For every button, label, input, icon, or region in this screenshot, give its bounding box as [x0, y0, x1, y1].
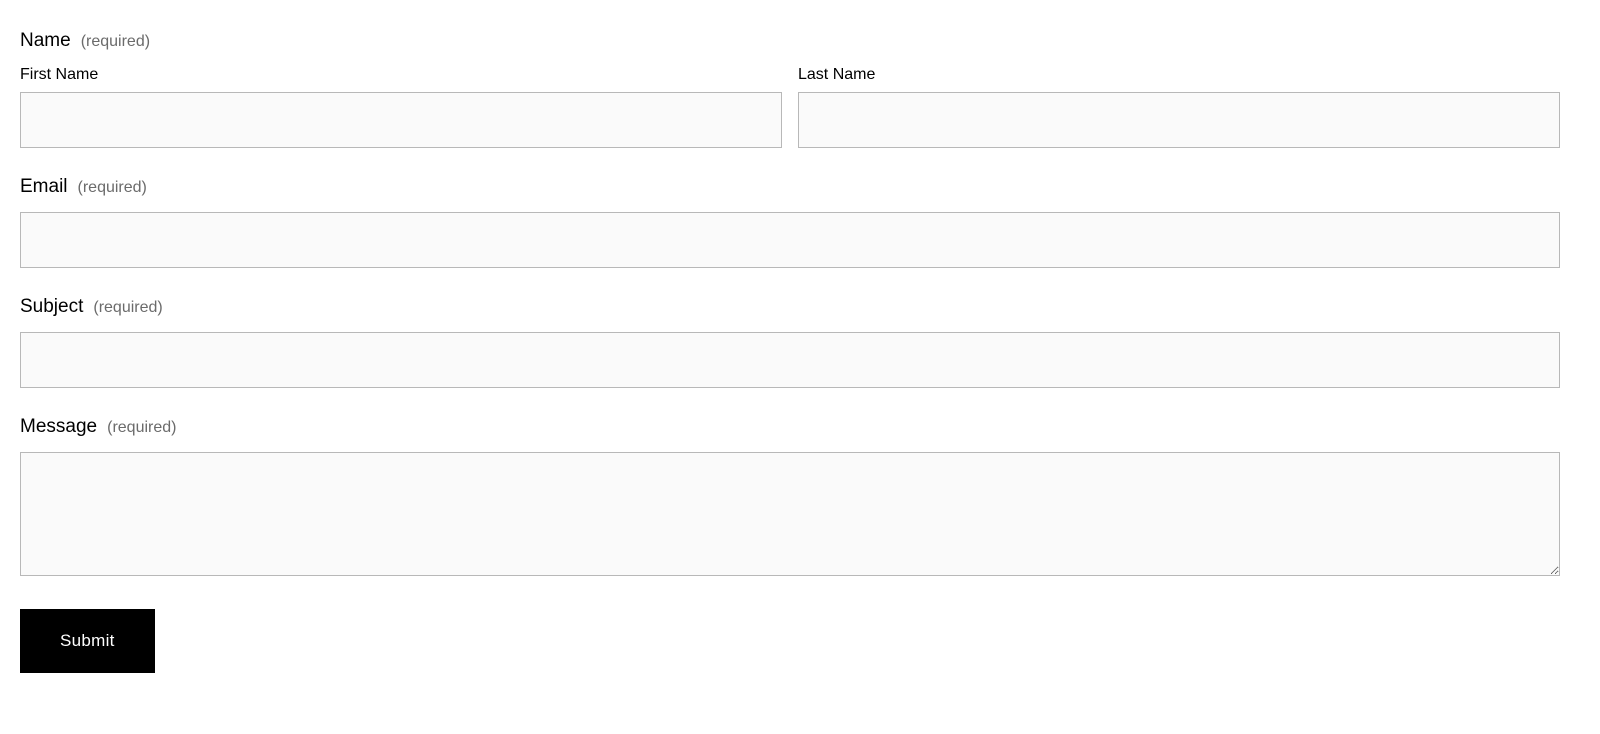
message-group: Message (required): [20, 416, 1560, 581]
email-label-text: Email: [20, 176, 68, 198]
email-group-label: Email (required): [20, 176, 1560, 198]
name-group: Name (required) First Name Last Name: [20, 30, 1560, 148]
last-name-input[interactable]: [798, 92, 1560, 148]
name-group-label: Name (required): [20, 30, 1560, 52]
first-name-input[interactable]: [20, 92, 782, 148]
subject-group: Subject (required): [20, 296, 1560, 388]
message-label-text: Message: [20, 416, 97, 438]
email-group: Email (required): [20, 176, 1560, 268]
message-required-text: (required): [107, 419, 176, 437]
name-label-text: Name: [20, 30, 71, 52]
submit-row: Submit: [20, 609, 1560, 673]
subject-group-label: Subject (required): [20, 296, 1560, 318]
message-group-label: Message (required): [20, 416, 1560, 438]
first-name-col: First Name: [20, 66, 782, 148]
name-required-text: (required): [81, 33, 150, 51]
contact-form: Name (required) First Name Last Name Ema…: [20, 30, 1560, 673]
last-name-label: Last Name: [798, 66, 1560, 84]
message-textarea[interactable]: [20, 452, 1560, 576]
name-row: First Name Last Name: [20, 66, 1560, 148]
first-name-label: First Name: [20, 66, 782, 84]
last-name-col: Last Name: [798, 66, 1560, 148]
email-input[interactable]: [20, 212, 1560, 268]
subject-input[interactable]: [20, 332, 1560, 388]
subject-required-text: (required): [93, 299, 162, 317]
subject-label-text: Subject: [20, 296, 83, 318]
submit-button[interactable]: Submit: [20, 609, 155, 673]
email-required-text: (required): [78, 179, 147, 197]
